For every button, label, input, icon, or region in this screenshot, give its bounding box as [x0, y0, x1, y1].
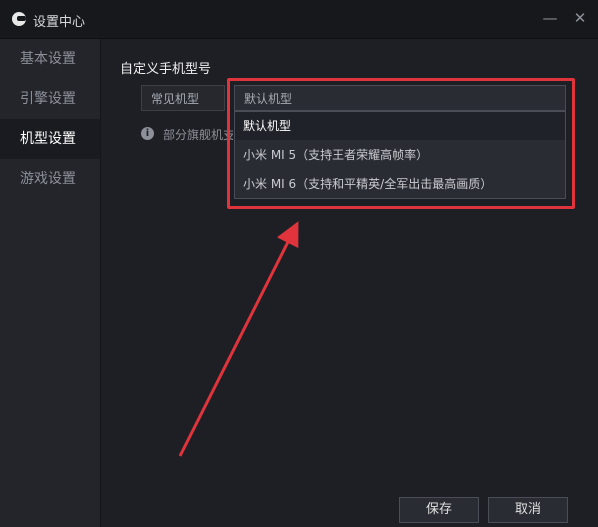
- save-button[interactable]: 保存: [399, 497, 479, 523]
- cancel-button[interactable]: 取消: [488, 497, 568, 523]
- annotation-arrow: [178, 221, 299, 457]
- annotation-arrow-line: [178, 221, 299, 457]
